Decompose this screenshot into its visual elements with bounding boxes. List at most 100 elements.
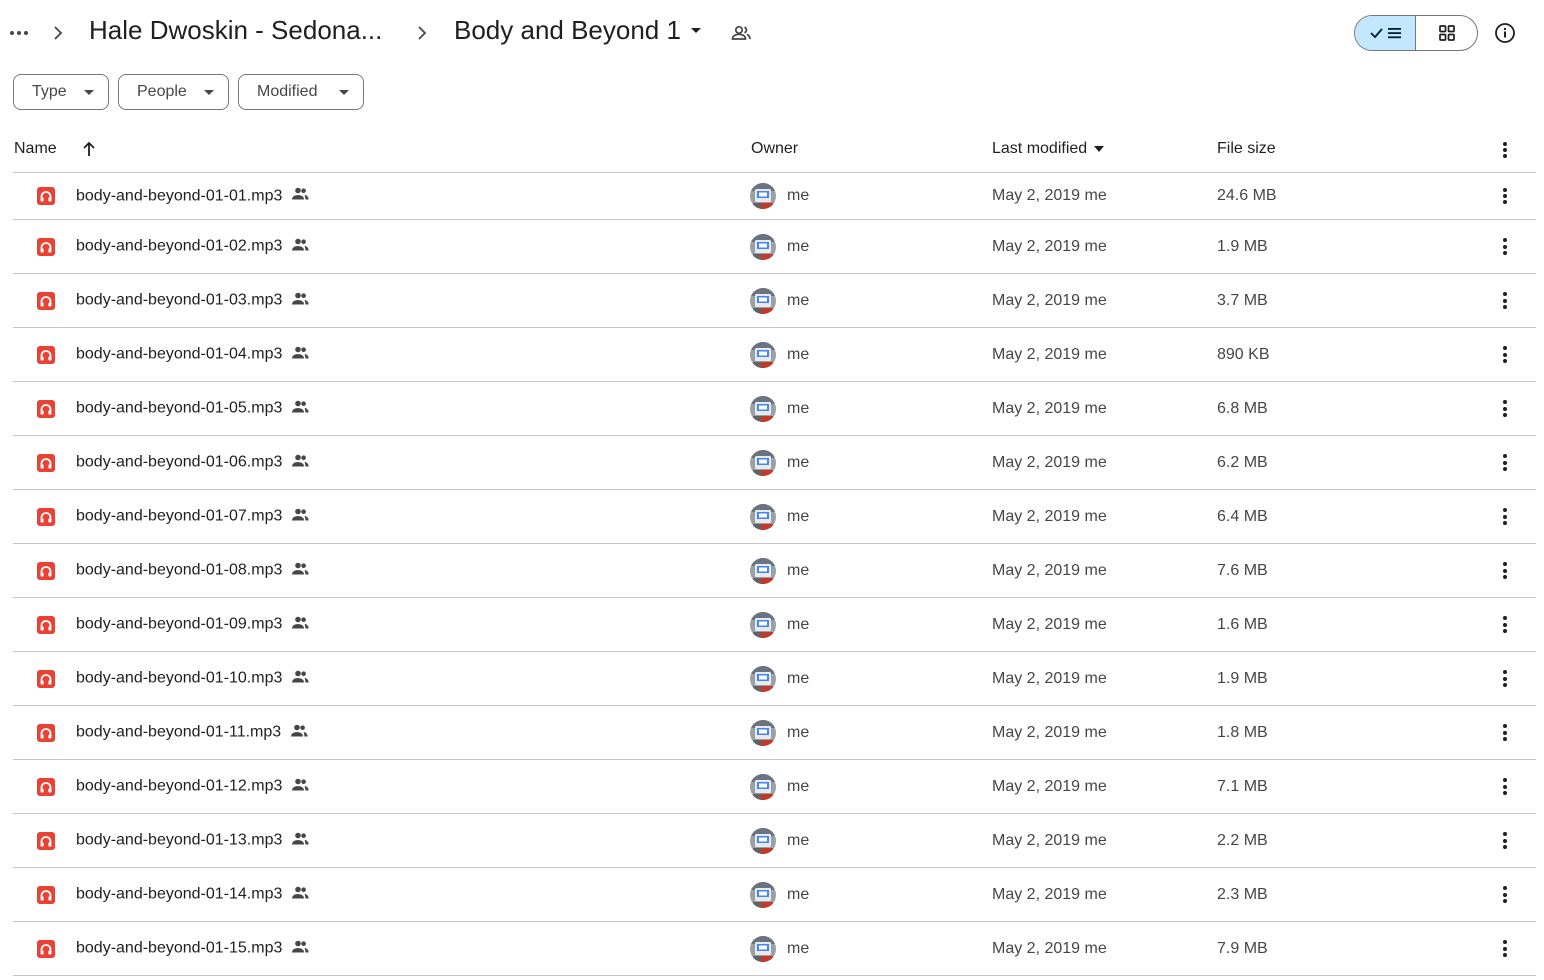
view-toggle [1354, 15, 1478, 51]
file-size-value: 1.9 MB [1217, 669, 1268, 687]
table-row[interactable]: body-and-beyond-01-11.mp3 me May 2, 2019 m… [13, 706, 1536, 760]
column-options-kebab-icon[interactable] [1493, 138, 1517, 162]
row-more-actions-kebab-icon[interactable] [1493, 775, 1517, 799]
shared-people-icon [290, 186, 310, 207]
info-icon[interactable] [1492, 20, 1518, 46]
more-breadcrumbs-icon[interactable] [8, 22, 30, 44]
table-row[interactable]: body-and-beyond-01-06.mp3 me May 2, 2019 m… [13, 436, 1536, 490]
file-name: body-and-beyond-01-11.mp3 [76, 723, 282, 741]
owner-name: me [787, 669, 810, 687]
avatar [750, 503, 776, 530]
owner-name: me [787, 831, 810, 849]
last-modified-value: May 2, 2019 me [992, 187, 1107, 204]
table-row[interactable]: body-and-beyond-01-09.mp3 me May 2, 2019 m… [13, 598, 1536, 652]
table-row[interactable]: body-and-beyond-01-14.mp3 me May 2, 2019 m… [13, 868, 1536, 922]
owner-name: me [787, 237, 810, 255]
row-more-actions-kebab-icon[interactable] [1493, 451, 1517, 475]
breadcrumb-current-folder[interactable]: Body and Beyond 1 [454, 15, 701, 46]
list-view-checked-icon [1370, 28, 1401, 39]
table-row[interactable]: body-and-beyond-01-12.mp3 me May 2, 2019 m… [13, 760, 1536, 814]
file-name-cell: body-and-beyond-01-01.mp3 [76, 186, 310, 207]
owner-name: me [787, 291, 810, 309]
row-more-actions-kebab-icon[interactable] [1493, 505, 1517, 529]
file-size-value: 1.6 MB [1217, 615, 1268, 633]
file-name-cell: body-and-beyond-01-14.mp3 [76, 884, 310, 905]
audio-file-icon [36, 831, 56, 851]
file-name: body-and-beyond-01-15.mp3 [76, 939, 283, 957]
row-more-actions-kebab-icon[interactable] [1493, 184, 1517, 208]
row-more-actions-kebab-icon[interactable] [1493, 667, 1517, 691]
type-filter-label: Type [32, 83, 67, 100]
shared-people-icon [290, 776, 310, 797]
last-modified-value: May 2, 2019 me [992, 885, 1107, 903]
sort-ascending-icon[interactable] [81, 140, 97, 163]
list-view-button[interactable] [1355, 16, 1417, 50]
column-header-last-modified[interactable]: Last modified [992, 140, 1105, 158]
row-more-actions-kebab-icon[interactable] [1493, 235, 1517, 259]
row-more-actions-kebab-icon[interactable] [1493, 397, 1517, 421]
type-filter-chip[interactable]: Type [13, 74, 109, 110]
shared-people-icon [290, 236, 310, 257]
owner-name: me [787, 187, 810, 204]
row-more-actions-kebab-icon[interactable] [1493, 559, 1517, 583]
last-modified-value: May 2, 2019 me [992, 399, 1107, 417]
table-row[interactable]: body-and-beyond-01-13.mp3 me May 2, 2019 m… [13, 814, 1536, 868]
row-more-actions-kebab-icon[interactable] [1493, 829, 1517, 853]
column-header-name[interactable]: Name [14, 140, 57, 158]
file-name-cell: body-and-beyond-01-02.mp3 [76, 236, 310, 257]
table-row[interactable]: body-and-beyond-01-04.mp3 me May 2, 2019 m… [13, 328, 1536, 382]
table-row[interactable]: body-and-beyond-01-08.mp3 me May 2, 2019 m… [13, 544, 1536, 598]
table-row[interactable]: body-and-beyond-01-15.mp3 me May 2, 2019 m… [13, 922, 1536, 976]
breadcrumb-bar: Hale Dwoskin - Sedona... Body and Beyond… [0, 0, 1544, 66]
caret-down-icon [339, 90, 349, 95]
table-row[interactable]: body-and-beyond-01-03.mp3 me May 2, 2019 m… [13, 274, 1536, 328]
row-more-actions-kebab-icon[interactable] [1493, 289, 1517, 313]
column-header-owner[interactable]: Owner [751, 140, 798, 158]
file-name-cell: body-and-beyond-01-11.mp3 [76, 722, 309, 743]
row-more-actions-kebab-icon[interactable] [1493, 937, 1517, 961]
last-modified-value: May 2, 2019 me [992, 723, 1107, 741]
owner-name: me [787, 777, 810, 795]
file-name: body-and-beyond-01-02.mp3 [76, 237, 283, 255]
chevron-right-icon [52, 22, 66, 44]
row-more-actions-kebab-icon[interactable] [1493, 883, 1517, 907]
avatar [750, 719, 776, 746]
shared-people-icon [290, 344, 310, 365]
modified-filter-chip[interactable]: Modified [238, 74, 364, 110]
file-size-value: 1.8 MB [1217, 723, 1268, 741]
people-filter-chip[interactable]: People [118, 74, 229, 110]
table-row[interactable]: body-and-beyond-01-01.mp3 me May 2, 2019 m… [13, 173, 1536, 220]
shared-people-icon [290, 290, 310, 311]
shared-people-icon [290, 830, 310, 851]
audio-file-icon [36, 939, 56, 959]
shared-folder-icon [730, 24, 752, 47]
file-size-value: 2.3 MB [1217, 885, 1268, 903]
file-size-value: 7.9 MB [1217, 939, 1268, 957]
shared-people-icon [290, 452, 310, 473]
column-header-file-size[interactable]: File size [1217, 140, 1276, 158]
table-row[interactable]: body-and-beyond-01-10.mp3 me May 2, 2019 m… [13, 652, 1536, 706]
file-name: body-and-beyond-01-01.mp3 [76, 187, 283, 204]
row-more-actions-kebab-icon[interactable] [1493, 343, 1517, 367]
row-more-actions-kebab-icon[interactable] [1493, 613, 1517, 637]
grid-view-button[interactable] [1416, 16, 1477, 50]
file-name: body-and-beyond-01-03.mp3 [76, 291, 283, 309]
breadcrumb-parent-folder[interactable]: Hale Dwoskin - Sedona... [89, 15, 382, 46]
file-name: body-and-beyond-01-07.mp3 [76, 507, 283, 525]
avatar [750, 287, 776, 314]
avatar [750, 611, 776, 638]
sort-caret-down-icon [1094, 146, 1105, 152]
modified-filter-label: Modified [257, 83, 318, 100]
file-name: body-and-beyond-01-05.mp3 [76, 399, 283, 417]
table-row[interactable]: body-and-beyond-01-07.mp3 me May 2, 2019 m… [13, 490, 1536, 544]
table-row[interactable]: body-and-beyond-01-02.mp3 me May 2, 2019 m… [13, 220, 1536, 274]
row-more-actions-kebab-icon[interactable] [1493, 721, 1517, 745]
table-header: Name Owner Last modified File size [13, 128, 1536, 173]
file-size-value: 890 KB [1217, 345, 1270, 363]
shared-people-icon [290, 938, 310, 959]
last-modified-value: May 2, 2019 me [992, 507, 1107, 525]
audio-file-icon [36, 507, 56, 527]
avatar [750, 935, 776, 962]
audio-file-icon [36, 723, 56, 743]
table-row[interactable]: body-and-beyond-01-05.mp3 me May 2, 2019 m… [13, 382, 1536, 436]
